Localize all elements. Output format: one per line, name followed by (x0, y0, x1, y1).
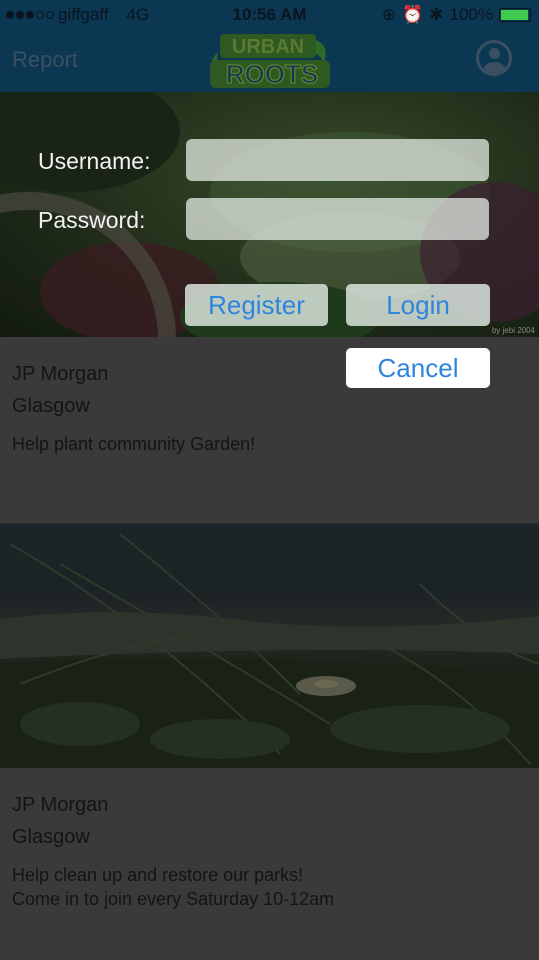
cancel-button[interactable]: Cancel (346, 348, 490, 388)
post-description-line2: Come in to join every Saturday 10-12am (12, 889, 335, 909)
post-location: Glasgow (12, 395, 90, 417)
post-card[interactable]: JP Morgan Glasgow Help clean up and rest… (0, 768, 539, 960)
status-bar: giffgaff 4G 10:56 AM ⊕ ⏰ ✱ 100% (0, 0, 539, 30)
logo-text-bottom: ROOTS (226, 59, 318, 89)
username-field[interactable] (186, 139, 489, 181)
report-button[interactable]: Report (12, 47, 78, 73)
post-description: Help plant community Garden! (12, 434, 256, 454)
image-credit: by jebi 2004 (491, 326, 535, 335)
rotation-lock-icon: ⊕ (381, 5, 397, 24)
password-field[interactable] (186, 198, 489, 240)
password-label: Password: (38, 207, 146, 233)
battery-icon (499, 8, 531, 22)
login-button[interactable]: Login (346, 284, 490, 326)
post-description-line1: Help clean up and restore our parks! (12, 865, 304, 885)
register-button[interactable]: Register (185, 284, 328, 326)
navigation-bar: Report URBAN ROOTS (0, 30, 539, 92)
post-location: Glasgow (12, 826, 90, 848)
battery-percent: 100% (449, 5, 493, 24)
post-organization: JP Morgan (12, 794, 109, 816)
bluetooth-icon: ✱ (429, 5, 444, 24)
username-label: Username: (38, 148, 151, 174)
post-organization: JP Morgan (12, 363, 109, 385)
profile-avatar-icon[interactable] (476, 40, 512, 76)
dune-grass-image (0, 524, 539, 768)
alarm-icon: ⏰ (402, 5, 424, 24)
urban-roots-logo: URBAN ROOTS (210, 34, 330, 90)
logo-text-top: URBAN (232, 36, 304, 58)
